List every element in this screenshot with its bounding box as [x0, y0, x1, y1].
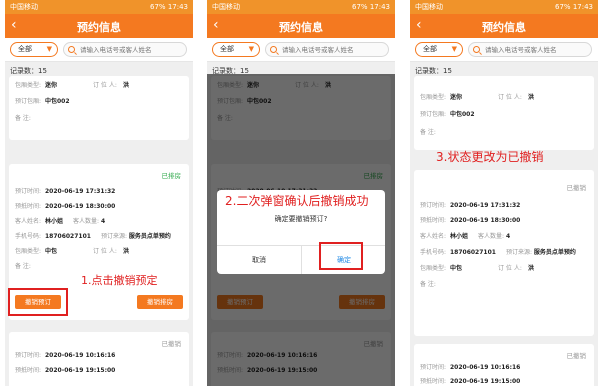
- search-box[interactable]: [265, 42, 389, 57]
- nav-bar: ‹ 预约信息: [5, 14, 193, 38]
- booking-card: 已撤销 预订时间:2020-06-19 10:16:16 预抵时间:2020-0…: [9, 332, 189, 386]
- nav-bar: ‹ 预约信息: [410, 14, 598, 38]
- battery-text: 67%: [352, 3, 368, 11]
- status-badge: 已排房: [161, 172, 182, 180]
- booking-card: 已撤销 预订时间:2020-06-19 10:16:16 预抵时间:2020-0…: [414, 344, 594, 386]
- search-icon: [473, 46, 480, 53]
- status-select-value: 全部: [220, 45, 234, 53]
- filter-bar: 全部 ▼: [207, 38, 395, 62]
- status-select[interactable]: 全部 ▼: [212, 42, 260, 57]
- status-bar: 中国移动 67% 17:43: [207, 0, 395, 14]
- dialog-cancel-button[interactable]: 取消: [217, 246, 301, 274]
- page-title: 预约信息: [77, 21, 121, 34]
- phone-screen-1: 中国移动 67% 17:43 ‹ 预约信息 全部 ▼ 记录数：15 包厢类型:迷…: [5, 0, 193, 386]
- status-badge: 已撤销: [566, 352, 587, 360]
- search-icon: [270, 46, 277, 53]
- status-bar: 中国移动 67% 17:43: [410, 0, 598, 14]
- carrier-text: 中国移动: [415, 3, 443, 11]
- booking-card: 包厢类型:迷你 订 位 人:洪 预订包厢:中包002 备 注:: [9, 76, 189, 140]
- clock-text: 17:43: [167, 3, 188, 11]
- clock-text: 17:43: [572, 3, 593, 11]
- status-select[interactable]: 全部 ▼: [10, 42, 58, 57]
- nav-bar: ‹ 预约信息: [207, 14, 395, 38]
- status-select-value: 全部: [18, 45, 32, 53]
- highlight-box: [8, 288, 68, 316]
- dialog-message: 确定要撤销预订?: [274, 215, 328, 223]
- clock-text: 17:43: [369, 3, 390, 11]
- battery-text: 67%: [150, 3, 166, 11]
- phone-screen-2: 中国移动 67% 17:43 ‹ 预约信息 全部 ▼ 记录数：15 包厢类型:迷…: [207, 0, 395, 386]
- annotation-step-2: 2.二次弹窗确认后撤销成功: [225, 194, 369, 208]
- battery-text: 67%: [555, 3, 571, 11]
- status-badge: 已撤销: [161, 340, 182, 348]
- status-select-value: 全部: [423, 45, 437, 53]
- filter-bar: 全部 ▼: [5, 38, 193, 62]
- annotation-step-3: 3.状态更改为已撤销: [436, 150, 544, 164]
- phone-screen-3: 中国移动 67% 17:43 ‹ 预约信息 全部 ▼ 记录数：15 包厢类型:迷…: [410, 0, 598, 386]
- page-title: 预约信息: [279, 21, 323, 34]
- filter-bar: 全部 ▼: [410, 38, 598, 62]
- record-count: 记录数：15: [415, 67, 452, 75]
- annotation-step-1: 1.点击撤销预定: [81, 274, 158, 287]
- status-bar: 中国移动 67% 17:43: [5, 0, 193, 14]
- search-icon: [68, 46, 75, 53]
- search-input[interactable]: [282, 44, 384, 56]
- booking-card-selected: 已撤销 预订时间: 2020-06-19 17:31:32 预抵时间: 2020-0…: [414, 170, 594, 336]
- chevron-down-icon: ▼: [451, 45, 457, 53]
- search-box[interactable]: [468, 42, 592, 57]
- page-title: 预约信息: [482, 21, 526, 34]
- status-badge: 已撤销: [566, 184, 587, 192]
- status-select[interactable]: 全部 ▼: [415, 42, 463, 57]
- carrier-text: 中国移动: [10, 3, 38, 11]
- record-count: 记录数：15: [10, 67, 47, 75]
- cancel-arrange-button[interactable]: 撤销排房: [137, 295, 183, 309]
- search-box[interactable]: [63, 42, 187, 57]
- chevron-down-icon: ▼: [46, 45, 52, 53]
- booking-card: 包厢类型:迷你 订 位 人:洪 预订包厢:中包002 备 注:: [414, 76, 594, 150]
- search-input[interactable]: [485, 44, 587, 56]
- search-input[interactable]: [80, 44, 182, 56]
- chevron-down-icon: ▼: [248, 45, 254, 53]
- carrier-text: 中国移动: [212, 3, 240, 11]
- highlight-box: [319, 242, 363, 270]
